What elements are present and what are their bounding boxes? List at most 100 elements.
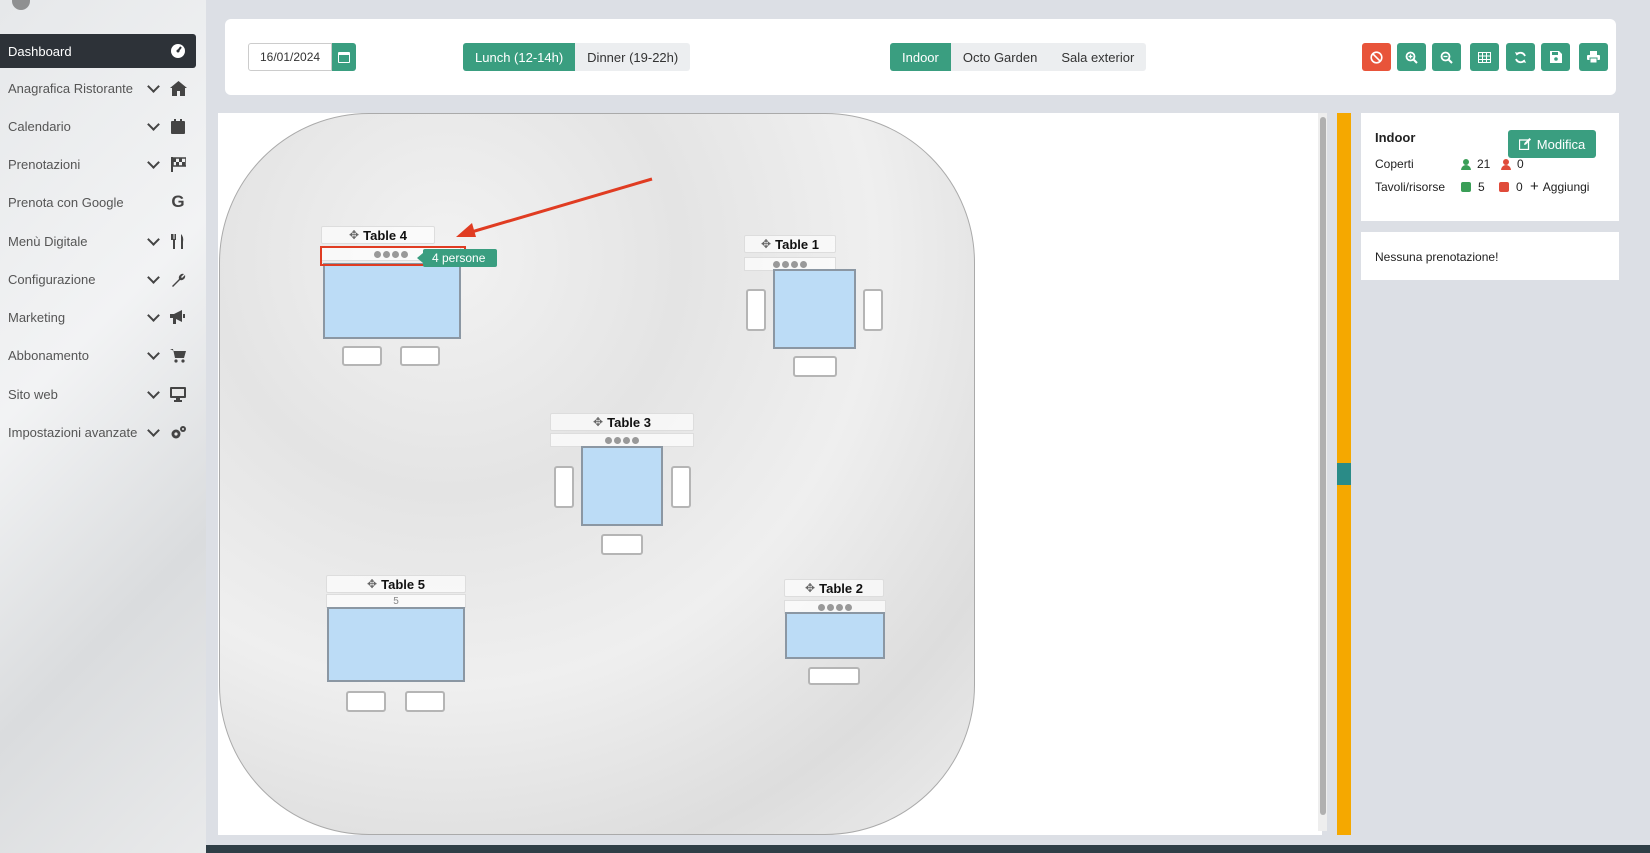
- chair: [863, 289, 883, 331]
- sidebar-item-label: Dashboard: [8, 43, 72, 59]
- table-label[interactable]: ✥ Table 4: [321, 226, 435, 244]
- table-name: Table 5: [381, 576, 425, 592]
- date-picker-button[interactable]: [332, 43, 356, 71]
- plan-scrollbar-thumb[interactable]: [1320, 117, 1326, 815]
- print-button[interactable]: [1579, 43, 1608, 71]
- chair: [808, 667, 860, 685]
- sidebar-item-label: Configurazione: [8, 271, 96, 287]
- edit-room-label: Modifica: [1536, 136, 1586, 152]
- tavoli-busy-count: 0: [1516, 180, 1523, 194]
- divider-handle[interactable]: [1337, 463, 1351, 485]
- chair: [793, 356, 837, 377]
- sidebar-item-configurazione[interactable]: Configurazione: [0, 262, 196, 296]
- print-icon: [1587, 51, 1600, 63]
- no-bookings-message: Nessuna prenotazione!: [1361, 232, 1619, 280]
- annotation-arrow: [456, 177, 653, 237]
- person-cancelled-icon: [1501, 158, 1511, 170]
- move-icon: ✥: [367, 577, 378, 591]
- chevron-down-icon: [146, 347, 162, 363]
- table-surface[interactable]: [323, 263, 461, 339]
- sidebar-item-label: Marketing: [8, 309, 66, 325]
- zoom-in-icon: [1405, 51, 1418, 64]
- monitor-icon: [168, 384, 188, 404]
- capacity-hint: 5: [393, 595, 399, 607]
- room-option-octo-garden[interactable]: Octo Garden: [950, 43, 1050, 71]
- utensils-icon: [168, 231, 188, 251]
- zoom-in-button[interactable]: [1397, 43, 1426, 71]
- table-surface[interactable]: [785, 612, 885, 659]
- service-option-lunch[interactable]: Lunch (12-14h): [463, 43, 576, 71]
- table-name: Table 2: [819, 580, 863, 596]
- sidebar-item-dashboard[interactable]: Dashboard: [0, 34, 196, 68]
- home-icon: [168, 78, 188, 98]
- table-label[interactable]: ✥ Table 2: [784, 579, 884, 597]
- people-indicator: 5: [326, 594, 466, 608]
- move-icon: ✥: [805, 581, 816, 595]
- chevron-down-icon: [146, 271, 162, 287]
- table-label[interactable]: ✥ Table 5: [326, 575, 466, 593]
- sidebar-item-sito-web[interactable]: Sito web: [0, 377, 196, 411]
- tavoli-free-count: 5: [1478, 180, 1485, 194]
- chair: [400, 346, 440, 366]
- sidebar-item-label: Prenotazioni: [8, 156, 81, 172]
- refresh-button[interactable]: [1506, 43, 1535, 71]
- bottom-bar: [206, 845, 1650, 853]
- edit-icon: [1518, 138, 1531, 150]
- sidebar-item-calendario[interactable]: Calendario: [0, 109, 196, 143]
- save-button[interactable]: [1541, 43, 1570, 71]
- grid-icon: [1478, 51, 1491, 63]
- table-name: Table 3: [607, 414, 651, 430]
- coperti-confirmed-count: 21: [1477, 157, 1491, 171]
- sidebar-item-label: Prenota con Google: [8, 194, 124, 210]
- room-selector: Indoor Octo Garden Sala exterior: [890, 43, 1147, 71]
- sidebar-item-menu-digitale[interactable]: Menù Digitale: [0, 224, 196, 258]
- zoom-out-icon: [1440, 51, 1453, 64]
- coperti-row: Coperti 21 0: [1375, 157, 1524, 171]
- grid-button[interactable]: [1470, 43, 1499, 71]
- sidebar-item-impostazioni[interactable]: Impostazioni avanzate: [0, 415, 196, 449]
- refresh-icon: [1515, 51, 1526, 63]
- move-icon: ✥: [593, 415, 604, 429]
- add-resource-label: Aggiungi: [1542, 180, 1590, 194]
- tavoli-label: Tavoli/risorse: [1375, 180, 1446, 194]
- move-icon: ✥: [761, 237, 772, 251]
- floor-plan-canvas[interactable]: ✥ Table 4 ✥ Table 1 ✥ Table 3 ✥ Table 5 …: [218, 113, 1322, 835]
- tavoli-row: Tavoli/risorse 5 0 + Aggiungi: [1375, 179, 1590, 194]
- block-button[interactable]: [1362, 43, 1391, 71]
- chevron-down-icon: [146, 309, 162, 325]
- chevron-down-icon: [146, 233, 162, 249]
- sidebar-item-marketing[interactable]: Marketing: [0, 300, 196, 334]
- service-selector: Lunch (12-14h) Dinner (19-22h): [463, 43, 691, 71]
- edit-room-button[interactable]: Modifica: [1508, 130, 1596, 158]
- chair: [746, 289, 766, 331]
- sidebar-item-anagrafica[interactable]: Anagrafica Ristorante: [0, 71, 196, 105]
- drag-people-badge[interactable]: 4 persone: [417, 249, 497, 267]
- move-icon: ✥: [349, 228, 360, 242]
- people-indicator: [550, 433, 694, 447]
- chevron-down-icon: [146, 80, 162, 96]
- table-surface[interactable]: [327, 607, 465, 682]
- sidebar-item-prenota-google[interactable]: Prenota con Google G: [0, 185, 196, 219]
- chair: [671, 466, 691, 508]
- table-surface[interactable]: [773, 269, 856, 349]
- logo-icon: [12, 0, 30, 10]
- person-confirmed-icon: [1461, 158, 1471, 170]
- sidebar-item-label: Impostazioni avanzate: [8, 424, 138, 440]
- table-name: Table 4: [363, 227, 407, 243]
- room-title: Indoor: [1375, 130, 1416, 145]
- room-option-indoor[interactable]: Indoor: [890, 43, 951, 71]
- zoom-out-button[interactable]: [1432, 43, 1461, 71]
- room-option-sala-exterior[interactable]: Sala exterior: [1049, 43, 1147, 71]
- table-label[interactable]: ✥ Table 1: [744, 235, 836, 253]
- sidebar-item-abbonamento[interactable]: Abbonamento: [0, 338, 196, 372]
- add-resource-link[interactable]: + Aggiungi: [1530, 179, 1590, 194]
- coperti-cancelled-count: 0: [1517, 157, 1524, 171]
- calendar-icon: [338, 51, 350, 63]
- sidebar-item-label: Abbonamento: [8, 347, 89, 363]
- chevron-down-icon: [146, 386, 162, 402]
- table-label[interactable]: ✥ Table 3: [550, 413, 694, 431]
- sidebar-item-prenotazioni[interactable]: Prenotazioni: [0, 147, 196, 181]
- date-input[interactable]: 16/01/2024: [248, 43, 332, 71]
- table-surface[interactable]: [581, 446, 663, 526]
- service-option-dinner[interactable]: Dinner (19-22h): [575, 43, 691, 71]
